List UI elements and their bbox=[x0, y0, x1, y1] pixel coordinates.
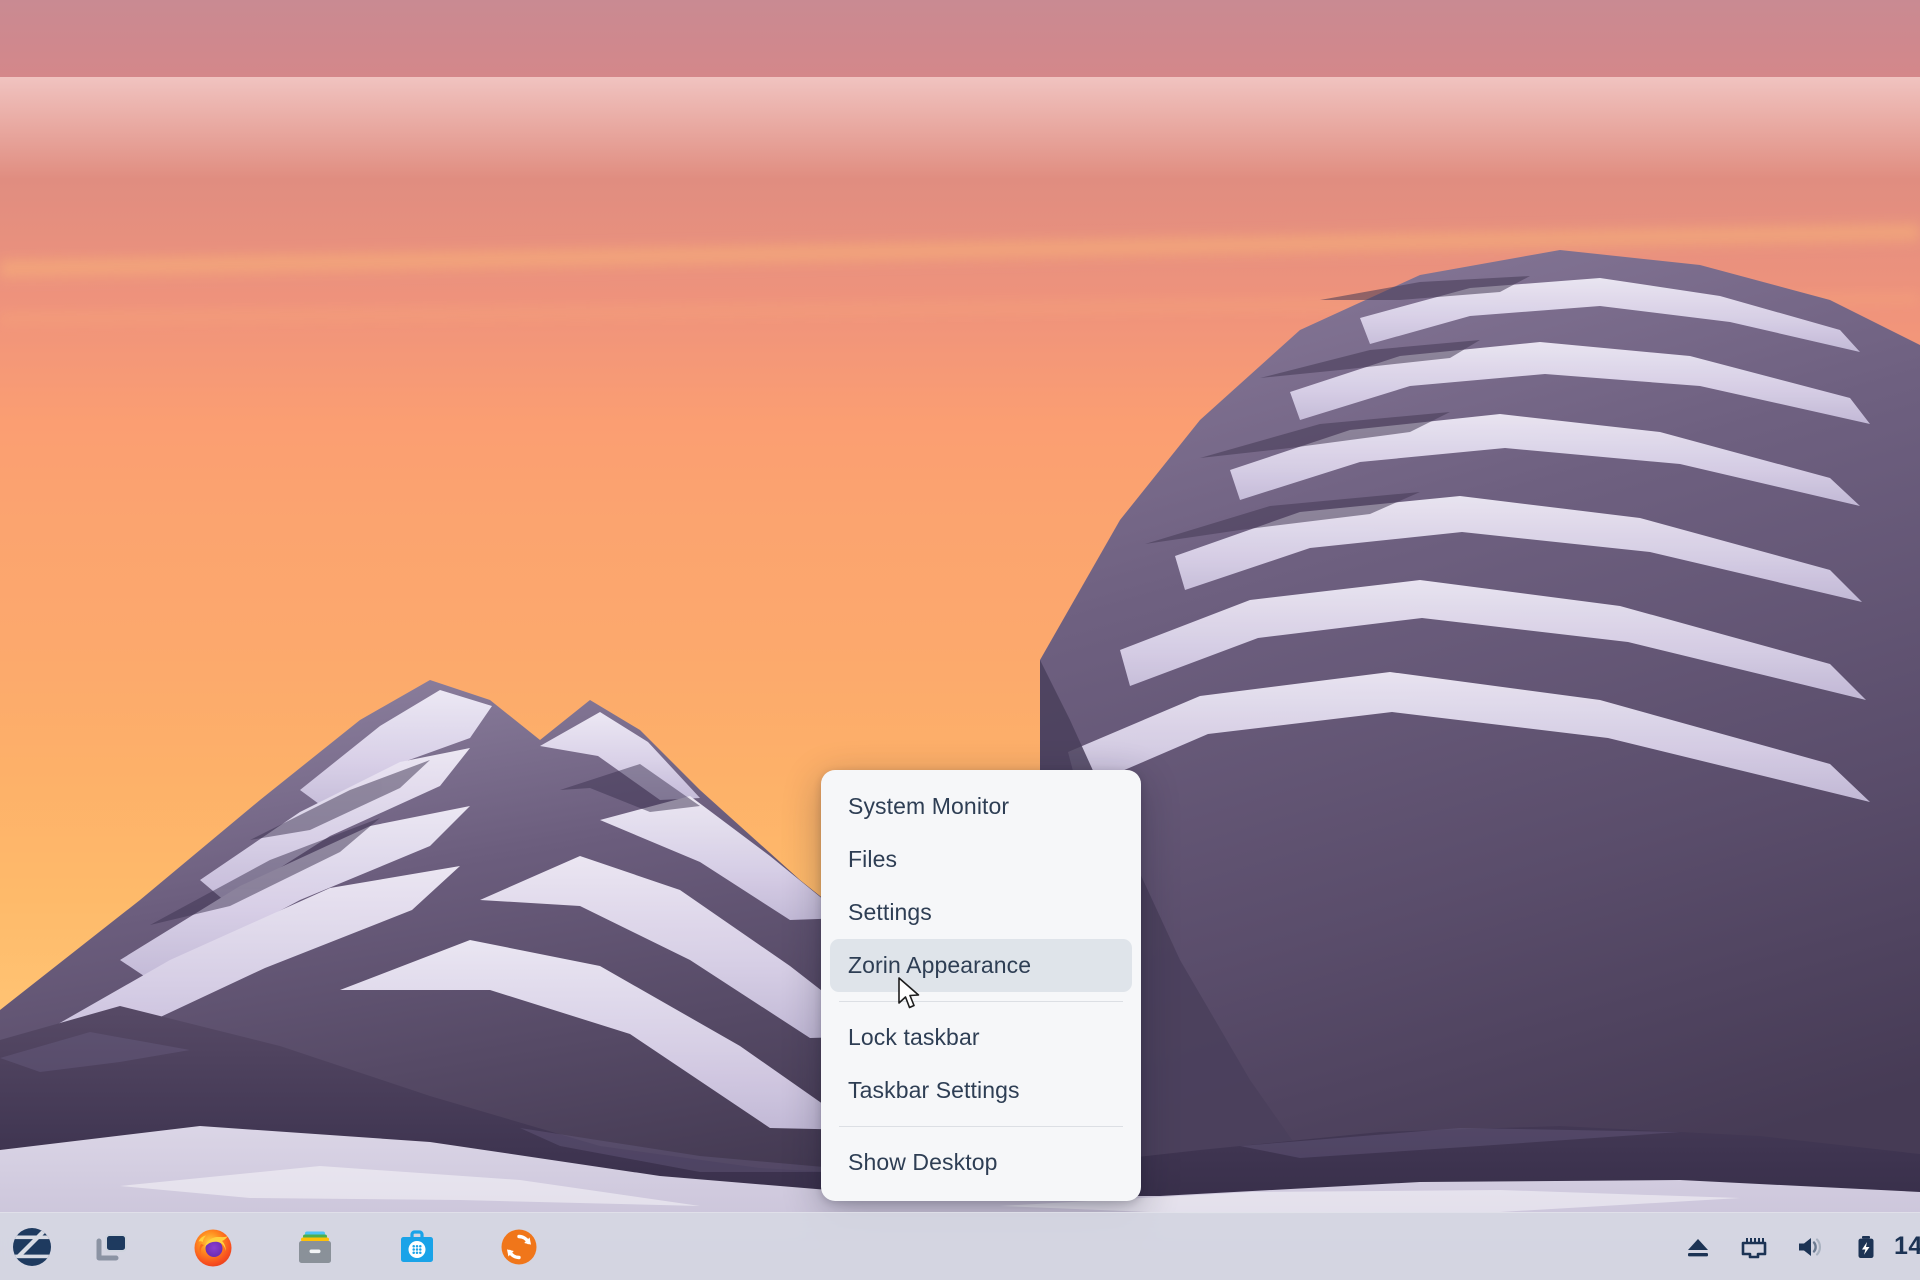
software-store-icon bbox=[401, 1229, 433, 1262]
taskbar-context-menu[interactable]: System Monitor Files Settings Zorin Appe… bbox=[821, 770, 1141, 1201]
battery-charging-icon bbox=[1858, 1235, 1874, 1258]
menu-item-label: Lock taskbar bbox=[848, 1024, 980, 1050]
menu-item-label: Zorin Appearance bbox=[848, 952, 1032, 978]
taskbar-clock[interactable]: 14 bbox=[1894, 1232, 1920, 1261]
tray-item-network[interactable] bbox=[1726, 1213, 1782, 1280]
menu-item-label: System Monitor bbox=[848, 793, 1010, 819]
eject-icon bbox=[1688, 1238, 1708, 1256]
menu-item-system-monitor[interactable]: System Monitor bbox=[830, 780, 1132, 833]
taskbar-item-software-updater[interactable] bbox=[468, 1213, 570, 1280]
taskbar[interactable]: 14 bbox=[0, 1212, 1920, 1280]
files-cabinet-icon bbox=[299, 1231, 331, 1263]
firefox-icon bbox=[194, 1229, 232, 1266]
taskbar-launchers bbox=[0, 1213, 570, 1280]
ethernet-icon bbox=[1741, 1237, 1767, 1258]
tray-item-eject[interactable] bbox=[1670, 1213, 1726, 1280]
menu-item-lock-taskbar[interactable]: Lock taskbar bbox=[830, 1011, 1132, 1064]
tray-item-volume[interactable] bbox=[1782, 1213, 1838, 1280]
taskbar-item-zorin-menu[interactable] bbox=[4, 1213, 60, 1280]
menu-item-label: Files bbox=[848, 846, 898, 872]
workspace-switcher-icon bbox=[96, 1233, 127, 1260]
desktop[interactable]: System Monitor Files Settings Zorin Appe… bbox=[0, 0, 1920, 1280]
taskbar-item-software-store[interactable] bbox=[366, 1213, 468, 1280]
volume-icon bbox=[1799, 1237, 1822, 1256]
menu-item-label: Settings bbox=[848, 899, 932, 925]
menu-separator bbox=[839, 1126, 1123, 1127]
zorin-logo-icon bbox=[13, 1227, 51, 1266]
taskbar-item-workspace-switcher[interactable] bbox=[60, 1213, 162, 1280]
menu-separator bbox=[839, 1001, 1123, 1002]
menu-item-zorin-appearance[interactable]: Zorin Appearance bbox=[830, 939, 1132, 992]
menu-item-taskbar-settings[interactable]: Taskbar Settings bbox=[830, 1064, 1132, 1117]
menu-item-label: Taskbar Settings bbox=[848, 1077, 1020, 1103]
menu-item-files[interactable]: Files bbox=[830, 833, 1132, 886]
tray-item-battery[interactable] bbox=[1838, 1213, 1894, 1280]
system-tray: 14 bbox=[1670, 1213, 1920, 1280]
menu-item-label: Show Desktop bbox=[848, 1149, 998, 1175]
taskbar-item-files[interactable] bbox=[264, 1213, 366, 1280]
menu-item-show-desktop[interactable]: Show Desktop bbox=[830, 1136, 1132, 1189]
menu-item-settings[interactable]: Settings bbox=[830, 886, 1132, 939]
taskbar-item-firefox[interactable] bbox=[162, 1213, 264, 1280]
software-updater-icon bbox=[501, 1229, 537, 1264]
